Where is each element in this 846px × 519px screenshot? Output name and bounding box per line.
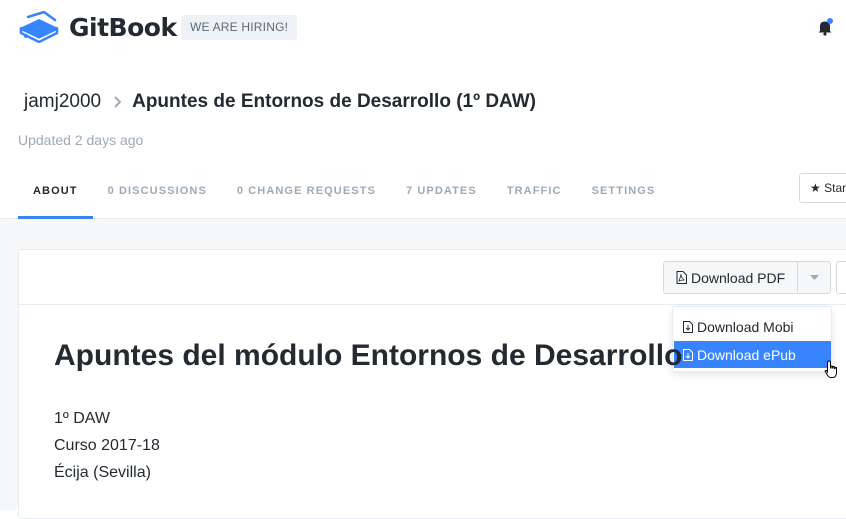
card-toolbar-divider bbox=[18, 304, 846, 305]
document-line: Curso 2017-18 bbox=[54, 437, 160, 454]
chevron-right-icon bbox=[113, 96, 122, 108]
document-body: 1º DAW Curso 2017-18 Écija (Sevilla) bbox=[54, 405, 160, 486]
tab-bar: ABOUT 0 DISCUSSIONS 0 CHANGE REQUESTS 7 … bbox=[18, 164, 670, 219]
tab-discussions[interactable]: 0 DISCUSSIONS bbox=[93, 164, 222, 219]
download-button-group: Download PDF bbox=[663, 261, 832, 294]
file-icon bbox=[683, 348, 693, 361]
download-epub-item[interactable]: Download ePub bbox=[674, 341, 831, 368]
card-action-button[interactable] bbox=[836, 261, 846, 294]
tab-about[interactable]: ABOUT bbox=[18, 164, 93, 219]
hiring-badge[interactable]: WE ARE HIRING! bbox=[181, 15, 298, 40]
tab-traffic[interactable]: TRAFFIC bbox=[492, 164, 577, 219]
brand-name: GitBook bbox=[69, 12, 177, 42]
breadcrumb: jamj2000 Apuntes de Entornos de Desarrol… bbox=[24, 91, 536, 113]
star-icon: ★ bbox=[810, 181, 821, 195]
download-pdf-button[interactable]: Download PDF bbox=[663, 261, 799, 294]
download-dropdown-menu: Download Mobi Download ePub bbox=[672, 306, 832, 372]
gitbook-logo[interactable]: GitBook bbox=[18, 11, 177, 43]
download-epub-label: Download ePub bbox=[697, 346, 796, 363]
bell-icon bbox=[818, 18, 833, 36]
gitbook-logo-icon bbox=[19, 11, 59, 43]
star-label: Star bbox=[824, 181, 846, 195]
download-mobi-item[interactable]: Download Mobi bbox=[674, 313, 831, 340]
document-heading: Apuntes del módulo Entornos de Desarroll… bbox=[54, 339, 682, 372]
star-button[interactable]: ★ Star bbox=[799, 173, 846, 203]
updated-timestamp: Updated 2 days ago bbox=[18, 132, 144, 148]
file-icon bbox=[683, 320, 693, 333]
tab-settings[interactable]: SETTINGS bbox=[577, 164, 671, 219]
download-options-button[interactable] bbox=[798, 261, 832, 294]
breadcrumb-title[interactable]: Apuntes de Entornos de Desarrollo (1º DA… bbox=[132, 91, 536, 113]
pdf-file-icon bbox=[676, 271, 687, 284]
download-mobi-label: Download Mobi bbox=[697, 318, 794, 335]
document-line: 1º DAW bbox=[54, 410, 110, 427]
document-line: Écija (Sevilla) bbox=[54, 464, 151, 481]
tab-change-requests[interactable]: 0 CHANGE REQUESTS bbox=[222, 164, 391, 219]
hand-cursor-icon bbox=[824, 360, 840, 384]
tab-updates[interactable]: 7 UPDATES bbox=[391, 164, 492, 219]
top-bar: GitBook WE ARE HIRING! bbox=[0, 0, 846, 56]
caret-down-icon bbox=[809, 275, 819, 280]
notifications-button[interactable] bbox=[816, 18, 834, 41]
download-pdf-label: Download PDF bbox=[691, 269, 786, 286]
breadcrumb-owner[interactable]: jamj2000 bbox=[24, 91, 101, 113]
